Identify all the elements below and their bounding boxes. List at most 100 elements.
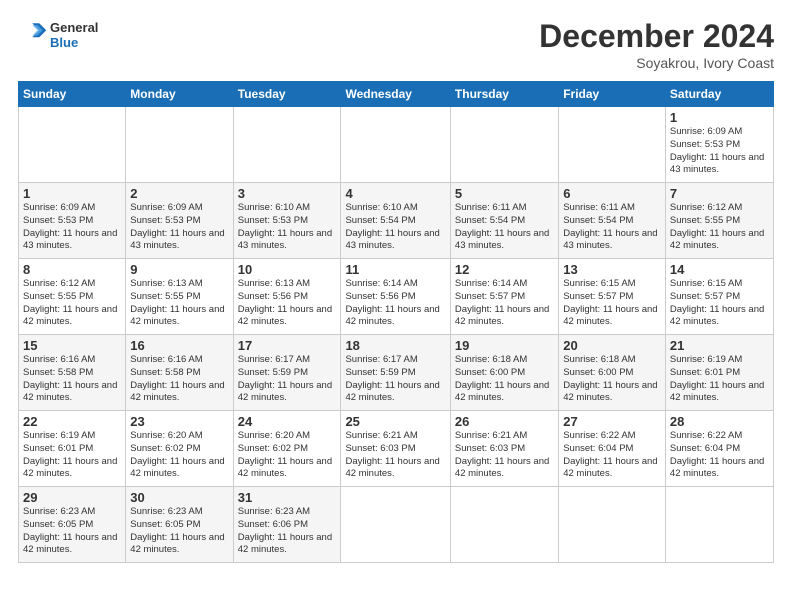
day-info: Sunrise: 6:16 AMSunset: 5:58 PMDaylight:… [130, 354, 228, 405]
calendar-cell: 11Sunrise: 6:14 AMSunset: 5:56 PMDayligh… [341, 259, 450, 335]
calendar-cell [559, 107, 666, 183]
day-info: Sunrise: 6:12 AMSunset: 5:55 PMDaylight:… [23, 278, 121, 329]
calendar-cell: 14Sunrise: 6:15 AMSunset: 5:57 PMDayligh… [665, 259, 773, 335]
day-info: Sunrise: 6:15 AMSunset: 5:57 PMDaylight:… [563, 278, 661, 329]
calendar-cell: 21Sunrise: 6:19 AMSunset: 6:01 PMDayligh… [665, 335, 773, 411]
calendar-cell: 19Sunrise: 6:18 AMSunset: 6:00 PMDayligh… [450, 335, 558, 411]
header: General Blue December 2024 Soyakrou, Ivo… [18, 18, 774, 71]
day-header-thursday: Thursday [450, 82, 558, 107]
logo: General Blue [18, 18, 98, 51]
day-number: 27 [563, 414, 661, 429]
day-info: Sunrise: 6:19 AMSunset: 6:01 PMDaylight:… [670, 354, 769, 405]
day-number: 1 [23, 186, 121, 201]
calendar-cell: 12Sunrise: 6:14 AMSunset: 5:57 PMDayligh… [450, 259, 558, 335]
day-info: Sunrise: 6:23 AMSunset: 6:06 PMDaylight:… [238, 506, 337, 557]
calendar-header-row: SundayMondayTuesdayWednesdayThursdayFrid… [19, 82, 774, 107]
calendar-cell [450, 107, 558, 183]
day-number: 21 [670, 338, 769, 353]
day-info: Sunrise: 6:09 AMSunset: 5:53 PMDaylight:… [670, 126, 769, 177]
week-row-1: 1Sunrise: 6:09 AMSunset: 5:53 PMDaylight… [19, 107, 774, 183]
calendar-cell [233, 107, 341, 183]
day-number: 12 [455, 262, 554, 277]
calendar-cell: 2Sunrise: 6:09 AMSunset: 5:53 PMDaylight… [126, 183, 233, 259]
day-header-friday: Friday [559, 82, 666, 107]
day-number: 1 [670, 110, 769, 125]
day-number: 6 [563, 186, 661, 201]
calendar-cell: 30Sunrise: 6:23 AMSunset: 6:05 PMDayligh… [126, 487, 233, 563]
day-number: 31 [238, 490, 337, 505]
day-info: Sunrise: 6:20 AMSunset: 6:02 PMDaylight:… [130, 430, 228, 481]
day-number: 29 [23, 490, 121, 505]
calendar-cell: 1Sunrise: 6:09 AMSunset: 5:53 PMDaylight… [19, 183, 126, 259]
week-row-4: 15Sunrise: 6:16 AMSunset: 5:58 PMDayligh… [19, 335, 774, 411]
calendar-cell: 1Sunrise: 6:09 AMSunset: 5:53 PMDaylight… [665, 107, 773, 183]
day-number: 5 [455, 186, 554, 201]
day-number: 19 [455, 338, 554, 353]
page-container: General Blue December 2024 Soyakrou, Ivo… [0, 0, 792, 612]
day-header-monday: Monday [126, 82, 233, 107]
calendar-cell: 25Sunrise: 6:21 AMSunset: 6:03 PMDayligh… [341, 411, 450, 487]
calendar-table: SundayMondayTuesdayWednesdayThursdayFrid… [18, 81, 774, 563]
day-header-tuesday: Tuesday [233, 82, 341, 107]
day-number: 4 [345, 186, 445, 201]
day-info: Sunrise: 6:14 AMSunset: 5:57 PMDaylight:… [455, 278, 554, 329]
day-number: 8 [23, 262, 121, 277]
day-info: Sunrise: 6:23 AMSunset: 6:05 PMDaylight:… [23, 506, 121, 557]
calendar-cell: 18Sunrise: 6:17 AMSunset: 5:59 PMDayligh… [341, 335, 450, 411]
calendar-cell: 15Sunrise: 6:16 AMSunset: 5:58 PMDayligh… [19, 335, 126, 411]
day-number: 28 [670, 414, 769, 429]
day-number: 17 [238, 338, 337, 353]
day-header-saturday: Saturday [665, 82, 773, 107]
logo-icon [20, 18, 48, 46]
day-info: Sunrise: 6:11 AMSunset: 5:54 PMDaylight:… [455, 202, 554, 253]
day-number: 23 [130, 414, 228, 429]
logo-text-line1: General [50, 20, 98, 35]
day-info: Sunrise: 6:09 AMSunset: 5:53 PMDaylight:… [23, 202, 121, 253]
calendar-cell [341, 487, 450, 563]
calendar-cell: 24Sunrise: 6:20 AMSunset: 6:02 PMDayligh… [233, 411, 341, 487]
calendar-cell [559, 487, 666, 563]
day-info: Sunrise: 6:14 AMSunset: 5:56 PMDaylight:… [345, 278, 445, 329]
day-info: Sunrise: 6:13 AMSunset: 5:56 PMDaylight:… [238, 278, 337, 329]
calendar-cell: 4Sunrise: 6:10 AMSunset: 5:54 PMDaylight… [341, 183, 450, 259]
day-number: 26 [455, 414, 554, 429]
calendar-cell: 5Sunrise: 6:11 AMSunset: 5:54 PMDaylight… [450, 183, 558, 259]
day-info: Sunrise: 6:21 AMSunset: 6:03 PMDaylight:… [455, 430, 554, 481]
calendar-cell: 6Sunrise: 6:11 AMSunset: 5:54 PMDaylight… [559, 183, 666, 259]
day-number: 20 [563, 338, 661, 353]
day-info: Sunrise: 6:22 AMSunset: 6:04 PMDaylight:… [670, 430, 769, 481]
day-number: 16 [130, 338, 228, 353]
day-number: 15 [23, 338, 121, 353]
calendar-cell: 13Sunrise: 6:15 AMSunset: 5:57 PMDayligh… [559, 259, 666, 335]
calendar-cell [126, 107, 233, 183]
logo-text-line2: Blue [50, 35, 98, 50]
day-info: Sunrise: 6:15 AMSunset: 5:57 PMDaylight:… [670, 278, 769, 329]
day-number: 9 [130, 262, 228, 277]
calendar-cell [19, 107, 126, 183]
day-number: 24 [238, 414, 337, 429]
calendar-cell: 7Sunrise: 6:12 AMSunset: 5:55 PMDaylight… [665, 183, 773, 259]
week-row-2: 1Sunrise: 6:09 AMSunset: 5:53 PMDaylight… [19, 183, 774, 259]
week-row-3: 8Sunrise: 6:12 AMSunset: 5:55 PMDaylight… [19, 259, 774, 335]
calendar-cell: 10Sunrise: 6:13 AMSunset: 5:56 PMDayligh… [233, 259, 341, 335]
day-number: 25 [345, 414, 445, 429]
day-info: Sunrise: 6:16 AMSunset: 5:58 PMDaylight:… [23, 354, 121, 405]
day-info: Sunrise: 6:19 AMSunset: 6:01 PMDaylight:… [23, 430, 121, 481]
day-number: 13 [563, 262, 661, 277]
day-number: 14 [670, 262, 769, 277]
calendar-cell: 28Sunrise: 6:22 AMSunset: 6:04 PMDayligh… [665, 411, 773, 487]
day-info: Sunrise: 6:13 AMSunset: 5:55 PMDaylight:… [130, 278, 228, 329]
calendar-cell: 31Sunrise: 6:23 AMSunset: 6:06 PMDayligh… [233, 487, 341, 563]
day-header-wednesday: Wednesday [341, 82, 450, 107]
day-number: 22 [23, 414, 121, 429]
day-info: Sunrise: 6:10 AMSunset: 5:53 PMDaylight:… [238, 202, 337, 253]
week-row-5: 22Sunrise: 6:19 AMSunset: 6:01 PMDayligh… [19, 411, 774, 487]
day-info: Sunrise: 6:17 AMSunset: 5:59 PMDaylight:… [238, 354, 337, 405]
calendar-cell: 29Sunrise: 6:23 AMSunset: 6:05 PMDayligh… [19, 487, 126, 563]
calendar-cell: 23Sunrise: 6:20 AMSunset: 6:02 PMDayligh… [126, 411, 233, 487]
day-number: 18 [345, 338, 445, 353]
week-row-6: 29Sunrise: 6:23 AMSunset: 6:05 PMDayligh… [19, 487, 774, 563]
day-info: Sunrise: 6:17 AMSunset: 5:59 PMDaylight:… [345, 354, 445, 405]
title-block: December 2024 Soyakrou, Ivory Coast [539, 18, 774, 71]
calendar-cell: 26Sunrise: 6:21 AMSunset: 6:03 PMDayligh… [450, 411, 558, 487]
